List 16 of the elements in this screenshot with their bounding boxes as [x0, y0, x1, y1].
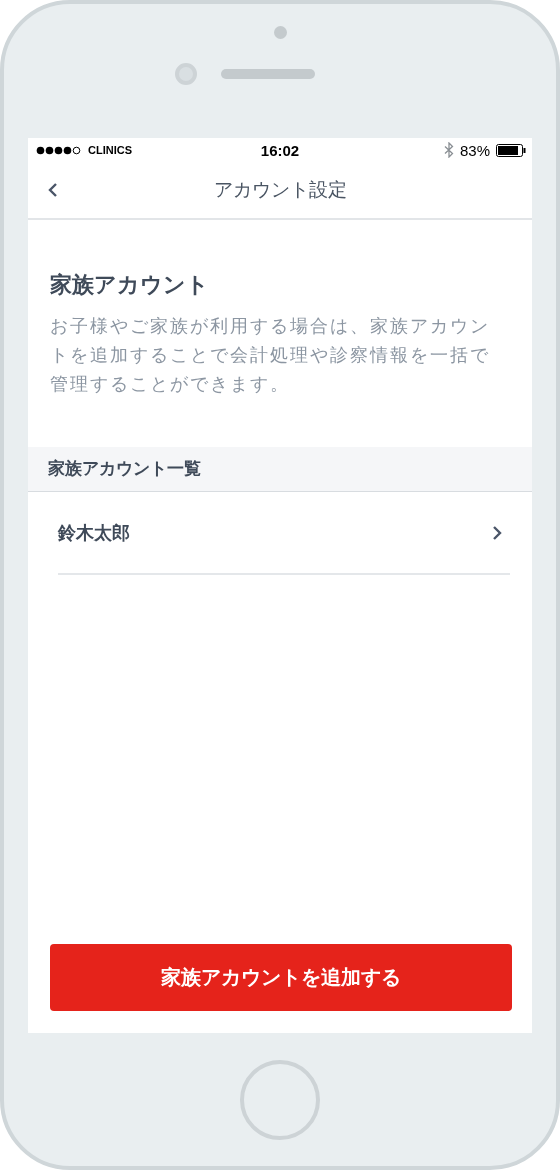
- camera-icon: [175, 63, 197, 85]
- battery-percent: 83%: [459, 141, 490, 159]
- status-time: 16:02: [260, 141, 300, 159]
- section-heading: 家族アカウント: [50, 271, 210, 299]
- add-account-button[interactable]: 家族アカウントを追加する: [50, 944, 512, 1011]
- back-chevron-icon: [48, 182, 58, 198]
- list-header: 家族アカウント一覧: [28, 447, 532, 492]
- sensor-icon: [273, 26, 287, 39]
- signal-icon: [36, 145, 82, 155]
- carrier-name: CLINICS: [88, 144, 132, 156]
- speaker-icon: [221, 69, 315, 79]
- battery-icon: [496, 143, 526, 157]
- bluetooth-icon: [443, 142, 454, 158]
- description-text: お子様やご家族が利用する場合は、家族アカウントを追加することで会計処理や診察情報を一括で管理することができます。: [50, 315, 490, 396]
- nav-title: アカウント設定: [213, 177, 347, 202]
- chevron-right-icon: [492, 524, 502, 541]
